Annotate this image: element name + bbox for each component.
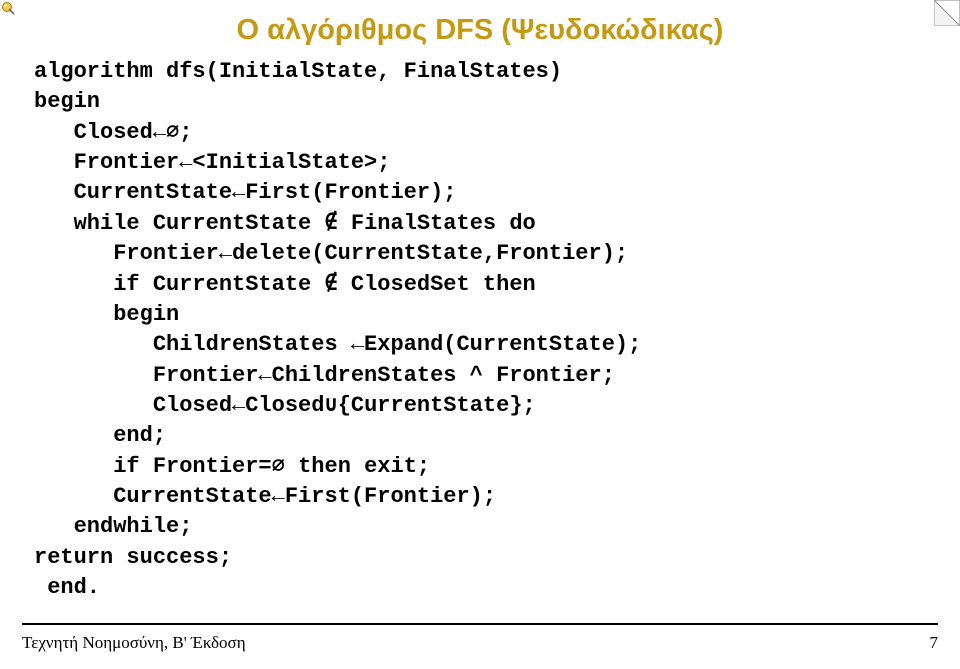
- code-line: end;: [34, 423, 166, 448]
- footer-left-text: Τεχνητή Νοημοσύνη, B' Έκδοση: [22, 633, 246, 653]
- page-number: 7: [930, 633, 939, 653]
- code-line: return success;: [34, 545, 232, 570]
- code-line: ChildrenStates ←Expand(CurrentState);: [34, 332, 641, 357]
- footer: Τεχνητή Νοημοσύνη, B' Έκδοση 7: [22, 633, 938, 653]
- code-line: CurrentState←First(Frontier);: [34, 484, 496, 509]
- slide-page: Ο αλγόριθμος DFS (Ψευδοκώδικας) algorith…: [0, 0, 960, 669]
- slide-title: Ο αλγόριθμος DFS (Ψευδοκώδικας): [22, 14, 938, 47]
- pseudocode-block: algorithm dfs(InitialState, FinalStates)…: [22, 57, 938, 603]
- code-line: while CurrentState ∉ FinalStates do: [34, 211, 536, 236]
- code-line: endwhile;: [34, 514, 192, 539]
- code-line: algorithm dfs(InitialState, FinalStates): [34, 59, 562, 84]
- code-line: CurrentState←First(Frontier);: [34, 180, 456, 205]
- code-line: end.: [34, 575, 100, 600]
- code-line: Closed←Closed∪{CurrentState};: [34, 393, 536, 418]
- code-line: Frontier←ChildrenStates ^ Frontier;: [34, 363, 615, 388]
- code-line: if Frontier=∅ then exit;: [34, 454, 430, 479]
- code-line: Frontier←delete(CurrentState,Frontier);: [34, 241, 628, 266]
- code-line: Frontier←<InitialState>;: [34, 150, 390, 175]
- code-line: if CurrentState ∉ ClosedSet then: [34, 272, 536, 297]
- content-area: Ο αλγόριθμος DFS (Ψευδοκώδικας) algorith…: [22, 14, 938, 625]
- code-line: begin: [34, 302, 179, 327]
- pushpin-icon: [0, 0, 18, 18]
- code-line: Closed←∅;: [34, 120, 192, 145]
- code-line: begin: [34, 89, 100, 114]
